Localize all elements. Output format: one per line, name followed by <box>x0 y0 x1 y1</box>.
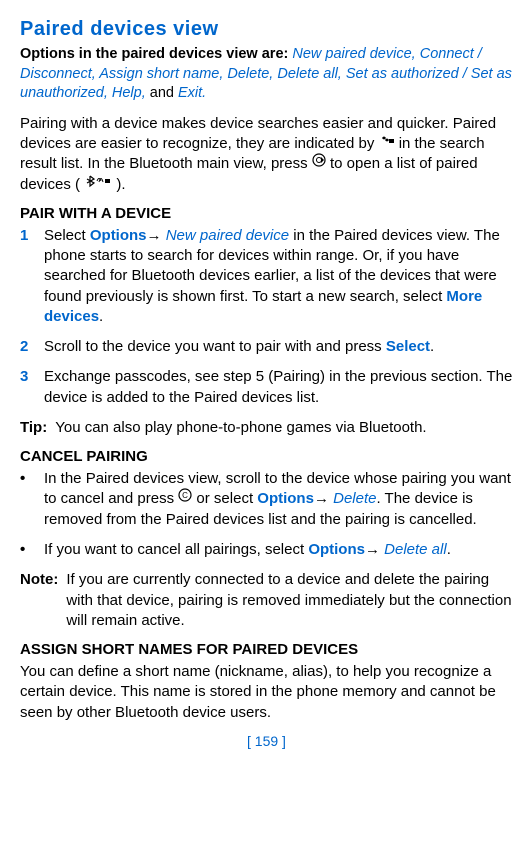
pair-heading: PAIR WITH A DEVICE <box>20 205 513 222</box>
assign-paragraph: You can define a short name (nickname, a… <box>20 662 513 723</box>
and-word: and <box>146 85 178 101</box>
bullet-icon: • <box>20 540 34 560</box>
cancel-heading: CANCEL PAIRING <box>20 448 513 465</box>
step1-text-a: Select <box>44 227 90 244</box>
tip-row: Tip: You can also play phone-to-phone ga… <box>20 418 513 438</box>
delete-link: Delete <box>333 491 376 508</box>
options-link: Options <box>257 491 314 508</box>
page-number: [ 159 ] <box>20 733 513 749</box>
bullet-icon: • <box>20 469 34 530</box>
options-exit: Exit. <box>178 85 206 101</box>
tip-text: You can also play phone-to-phone games v… <box>55 418 426 438</box>
step-number: 1 <box>20 226 34 327</box>
new-paired-device-link: New paired device <box>166 227 289 244</box>
cancel2-text-a: If you want to cancel all pairings, sele… <box>44 541 308 558</box>
arrow-icon: → <box>147 227 166 244</box>
intro-paragraph: Pairing with a device makes device searc… <box>20 114 513 195</box>
options-list-line: Options in the paired devices view are: … <box>20 45 513 104</box>
svg-text:C: C <box>182 491 188 500</box>
document-page: Paired devices view Options in the paire… <box>0 0 529 759</box>
clear-key-icon: C <box>178 488 192 508</box>
cancel2-text-d: . <box>447 541 451 558</box>
assign-heading: ASSIGN SHORT NAMES FOR PAIRED DEVICES <box>20 641 513 658</box>
page-title: Paired devices view <box>20 18 513 41</box>
cancel-list: • In the Paired devices view, scroll to … <box>20 469 513 560</box>
step2-text-a: Scroll to the device you want to pair wi… <box>44 338 386 355</box>
step-3: 3 Exchange passcodes, see step 5 (Pairin… <box>20 367 513 408</box>
select-link: Select <box>386 338 430 355</box>
bluetooth-paired-icon <box>84 174 112 194</box>
cancel-item-1: • In the Paired devices view, scroll to … <box>20 469 513 530</box>
note-label: Note: <box>20 570 58 631</box>
cancel-item-content: If you want to cancel all pairings, sele… <box>44 540 451 560</box>
step-2: 2 Scroll to the device you want to pair … <box>20 337 513 357</box>
intro-text-4: ). <box>116 176 125 193</box>
step-content: Exchange passcodes, see step 5 (Pairing)… <box>44 367 513 408</box>
options-label: Options in the paired devices view are: <box>20 46 288 62</box>
paired-icon <box>379 133 395 153</box>
options-link: Options <box>90 227 147 244</box>
cancel-item-2: • If you want to cancel all pairings, se… <box>20 540 513 560</box>
cancel1-text-b: or select <box>196 491 257 508</box>
pair-steps-list: 1 Select Options→ New paired device in t… <box>20 226 513 408</box>
cancel-item-content: In the Paired devices view, scroll to th… <box>44 469 513 530</box>
step-number: 3 <box>20 367 34 408</box>
arrow-icon: → <box>314 491 333 508</box>
tip-label: Tip: <box>20 418 47 438</box>
step2-text-c: . <box>430 338 434 355</box>
step-1: 1 Select Options→ New paired device in t… <box>20 226 513 327</box>
delete-all-link: Delete all <box>384 541 447 558</box>
step-content: Select Options→ New paired device in the… <box>44 226 513 327</box>
step-content: Scroll to the device you want to pair wi… <box>44 337 434 357</box>
step-number: 2 <box>20 337 34 357</box>
arrow-icon: → <box>365 541 384 558</box>
nav-right-icon <box>312 153 326 173</box>
note-row: Note: If you are currently connected to … <box>20 570 513 631</box>
options-link: Options <box>308 541 365 558</box>
step1-text-f: . <box>99 308 103 325</box>
note-text: If you are currently connected to a devi… <box>66 570 513 631</box>
